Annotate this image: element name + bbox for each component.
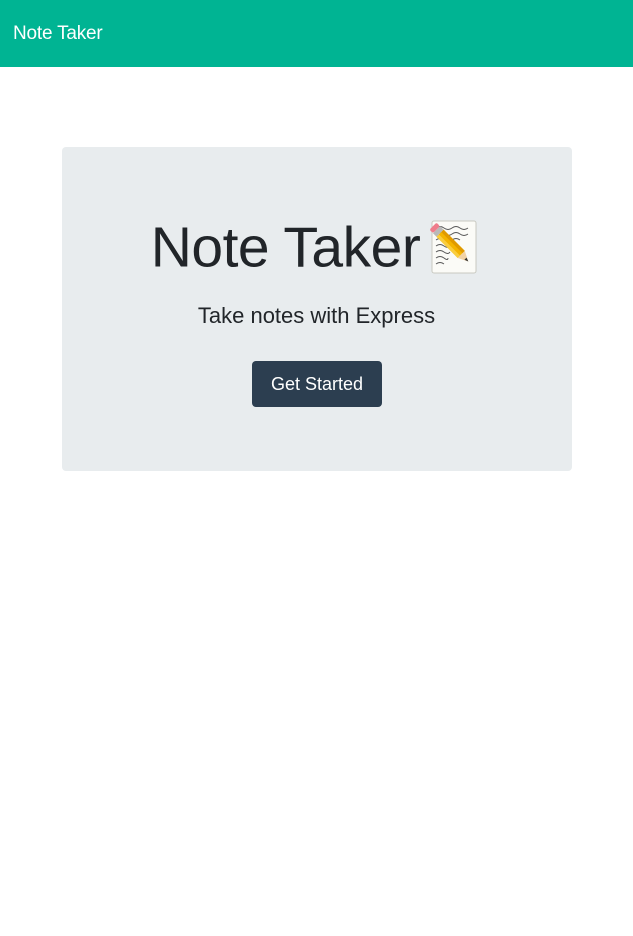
navbar: Note Taker: [0, 0, 633, 67]
hero-subtitle: Take notes with Express: [197, 303, 436, 328]
get-started-button[interactable]: Get Started: [252, 361, 382, 407]
hero-title-text: Note Taker: [150, 215, 421, 280]
memo-pencil-icon: [430, 219, 482, 277]
hero-title: Note Taker: [0, 210, 633, 280]
navbar-brand[interactable]: Note Taker: [13, 23, 103, 45]
